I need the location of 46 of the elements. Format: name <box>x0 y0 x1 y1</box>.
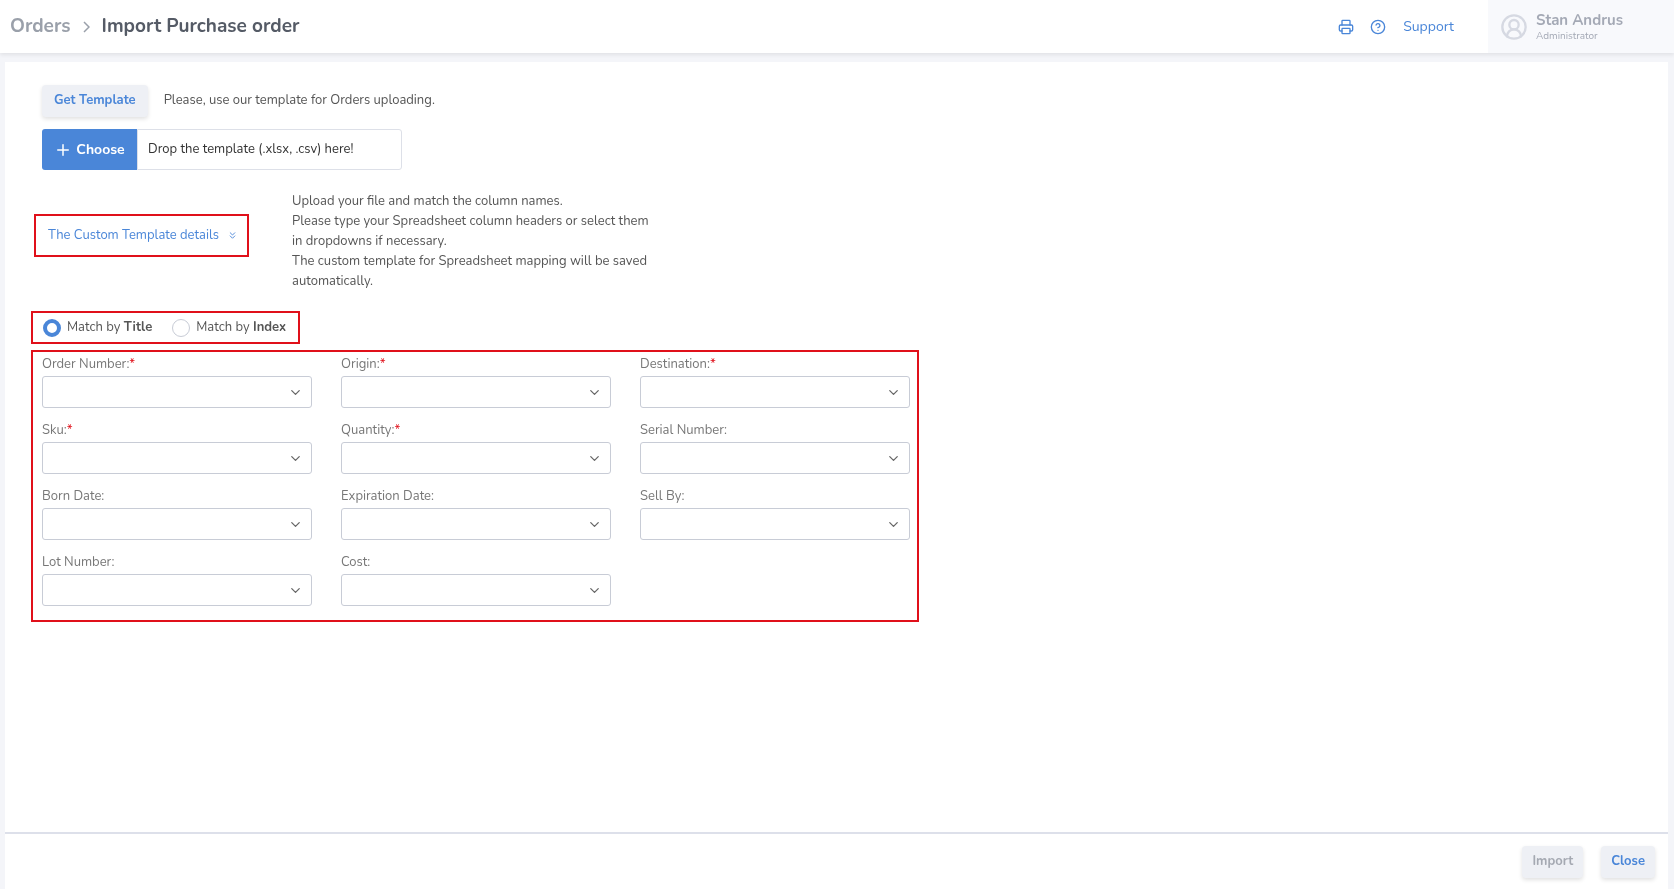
help-icon[interactable] <box>1370 18 1387 35</box>
get-template-button[interactable]: Get Template <box>42 85 148 117</box>
field-label: Sku: <box>42 421 67 439</box>
select-dropdown[interactable] <box>341 508 611 540</box>
breadcrumb-parent[interactable]: Orders <box>10 12 71 41</box>
field-label: Expiration Date: <box>341 487 434 505</box>
select-dropdown[interactable] <box>640 442 910 474</box>
field-label: Destination: <box>640 355 710 373</box>
field-label: Sell By: <box>640 487 685 505</box>
user-avatar-icon <box>1500 12 1528 41</box>
required-asterisk: * <box>129 355 136 373</box>
required-asterisk: * <box>709 355 716 373</box>
field-label: Cost: <box>341 553 371 571</box>
field-label: Order Number: <box>42 355 130 373</box>
select-dropdown[interactable] <box>640 376 910 408</box>
select-dropdown[interactable] <box>640 508 910 540</box>
field-label: Born Date: <box>42 487 105 505</box>
required-asterisk: * <box>394 421 401 439</box>
required-asterisk: * <box>66 421 73 439</box>
chevron-right-icon <box>82 20 90 33</box>
select-dropdown[interactable] <box>42 508 312 540</box>
select-dropdown[interactable] <box>42 574 312 606</box>
field-label: Serial Number: <box>640 421 727 439</box>
user-panel[interactable]: Stan Andrus Administrator <box>1488 0 1674 53</box>
field-label: Origin: <box>341 355 380 373</box>
printer-icon[interactable] <box>1338 18 1355 35</box>
user-role: Administrator <box>1536 29 1599 43</box>
select-dropdown[interactable] <box>341 574 611 606</box>
match-radio[interactable]: Match by Title <box>43 317 153 338</box>
required-asterisk: * <box>379 355 386 373</box>
match-radio[interactable]: Match by Index <box>172 317 287 338</box>
select-dropdown[interactable] <box>42 442 312 474</box>
footer-button[interactable]: Close <box>1601 845 1655 878</box>
user-name: Stan Andrus <box>1536 10 1623 30</box>
support-link[interactable]: Support <box>1403 16 1454 37</box>
instructions-text: Upload your file and match the column names. Please type your Spreadsheet column headers or select them in dropdowns if necessary. The custom template for Spreadsheet mapping will be saved automatically. <box>292 191 650 291</box>
custom-template-details-link[interactable]: The Custom Template details <box>34 214 249 257</box>
select-dropdown[interactable] <box>42 376 312 408</box>
select-dropdown[interactable] <box>341 442 611 474</box>
template-hint: Please, use our template for Orders uploading. <box>163 91 435 111</box>
file-drop-field[interactable]: Drop the template (.xlsx, .csv) here! <box>137 129 402 170</box>
field-label: Lot Number: <box>42 553 115 571</box>
select-dropdown[interactable] <box>341 376 611 408</box>
field-label: Quantity: <box>341 421 395 439</box>
choose-button[interactable]: Choose <box>42 129 137 170</box>
page-title: Import Purchase order <box>101 12 300 41</box>
